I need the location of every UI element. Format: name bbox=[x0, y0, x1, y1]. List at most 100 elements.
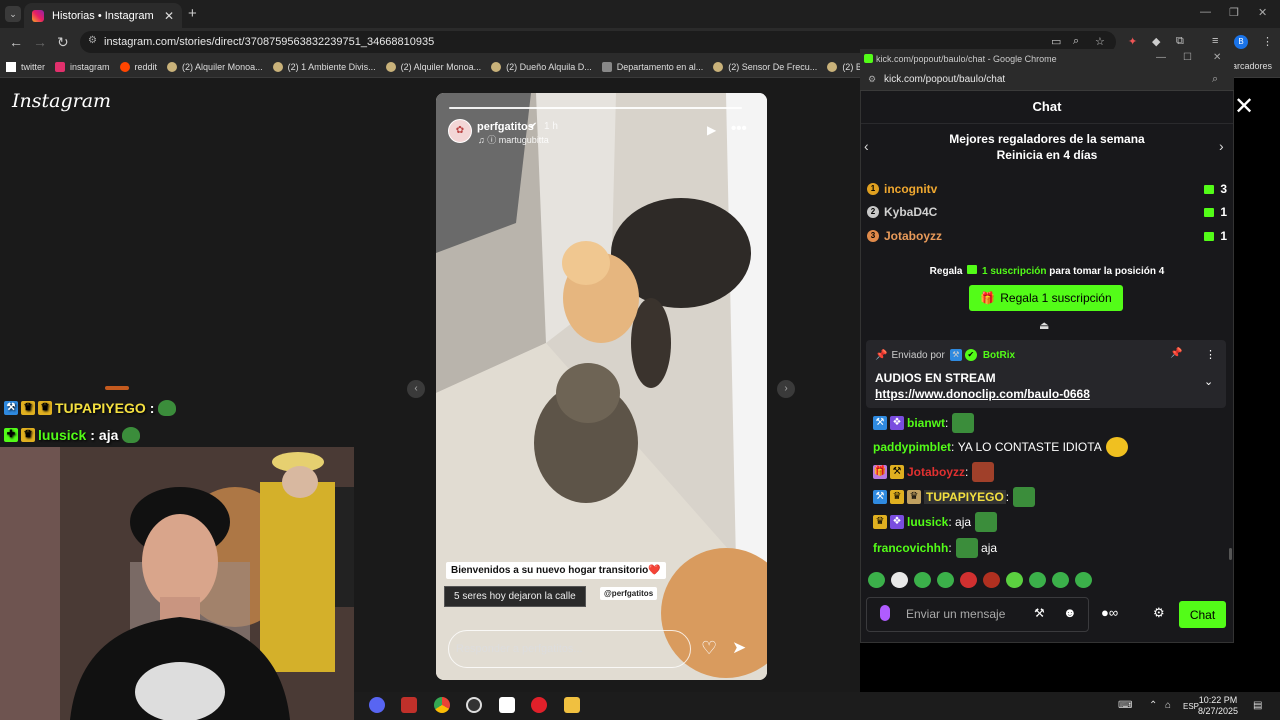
bookmark-twitter[interactable]: twitter bbox=[6, 61, 45, 72]
pepe-emote-icon bbox=[122, 427, 141, 443]
extension2-icon[interactable]: ◆ bbox=[1152, 35, 1160, 48]
rank-badge: 1 bbox=[867, 183, 879, 195]
reading-list-icon[interactable]: ≡ bbox=[1212, 35, 1218, 47]
chat-message[interactable]: francovichhh: aja bbox=[873, 537, 997, 559]
site-info-icon[interactable]: ⚙ bbox=[88, 35, 97, 46]
clock[interactable]: 10:22 PM 8/27/2025 bbox=[1198, 695, 1238, 717]
chat-scrollbar[interactable] bbox=[1229, 548, 1232, 560]
zoom-icon[interactable]: ⌕ bbox=[1073, 35, 1079, 48]
chat-message[interactable]: ⚒ ♛ ♛ TUPAPIYEGO: bbox=[873, 486, 1036, 508]
chat-settings-icon[interactable]: ⚙ bbox=[1153, 605, 1165, 621]
story-reply-input[interactable] bbox=[448, 630, 691, 668]
extensions-puzzle-icon[interactable]: ⧉ bbox=[1176, 35, 1184, 48]
unpin-icon[interactable]: 📌 bbox=[1170, 348, 1182, 359]
chat-message[interactable]: ⚒ ❖ bianwt: bbox=[873, 412, 975, 434]
tab-close-icon[interactable]: ✕ bbox=[164, 9, 174, 23]
bookmark-star-icon[interactable]: ☆ bbox=[1095, 35, 1105, 48]
bookmark-item[interactable]: Departamento en al... bbox=[601, 61, 703, 72]
gifter-name: KybaD4C bbox=[884, 205, 938, 219]
emote-icon[interactable] bbox=[983, 572, 1000, 588]
bookmark-item[interactable]: (2) 1 Ambiente Divis... bbox=[272, 61, 376, 72]
emote-icon[interactable] bbox=[1075, 572, 1092, 588]
emote-icon[interactable] bbox=[868, 572, 885, 588]
bookmark-item[interactable]: (2) Sensor De Frecu... bbox=[713, 61, 817, 72]
emote-icon[interactable] bbox=[1029, 572, 1046, 588]
bookmark-item[interactable]: (2) Alquiler Monoa... bbox=[167, 61, 263, 72]
discord-icon[interactable] bbox=[369, 697, 385, 713]
story-next-icon[interactable]: › bbox=[777, 380, 795, 398]
new-tab-icon[interactable]: + bbox=[188, 5, 197, 22]
emote-icon[interactable] bbox=[960, 572, 977, 588]
collapse-icon[interactable]: ⏏ bbox=[1039, 319, 1049, 332]
channel-points-icon[interactable]: ●∞ bbox=[1101, 605, 1118, 620]
close-window-icon[interactable]: ✕ bbox=[1258, 6, 1267, 19]
instagram-logo[interactable]: Instagram bbox=[12, 90, 111, 112]
network-icon[interactable]: ⌂ bbox=[1165, 700, 1171, 711]
expand-pinned-icon[interactable]: ⌄ bbox=[1204, 375, 1213, 388]
extension-icon[interactable]: ✦ bbox=[1128, 35, 1137, 48]
popup-maximize-icon[interactable]: ☐ bbox=[1183, 52, 1192, 63]
popup-address-bar[interactable]: ⚙ kick.com/popout/baulo/chat ⌕ bbox=[860, 69, 1234, 91]
gifter-row[interactable]: 3 Jotaboyzz 1 bbox=[867, 227, 1227, 245]
obs-icon[interactable] bbox=[466, 697, 482, 713]
input-indicator-icon[interactable]: ⌨ bbox=[1118, 700, 1132, 711]
gifters-prev-icon[interactable]: ‹ bbox=[864, 138, 869, 154]
gifter-row[interactable]: 2 KybaD4C 1 bbox=[867, 203, 1227, 221]
popup-minimize-icon[interactable]: — bbox=[1156, 52, 1166, 63]
story-username[interactable]: perfgatitos bbox=[477, 121, 534, 133]
voicemod-icon[interactable] bbox=[401, 697, 417, 713]
notifications-icon[interactable]: ▤ bbox=[1253, 700, 1262, 711]
gifters-next-icon[interactable]: › bbox=[1219, 138, 1224, 154]
send-icon[interactable]: ➤ bbox=[732, 638, 746, 658]
site-info-icon[interactable]: ⚙ bbox=[868, 74, 876, 85]
bookmark-item[interactable]: (2) Dueño Alquila D... bbox=[491, 61, 592, 72]
menu-icon[interactable]: ⋮ bbox=[1262, 35, 1273, 48]
tab-search-icon[interactable]: ⌄ bbox=[5, 6, 21, 22]
more-options-icon[interactable]: ••• bbox=[731, 120, 747, 137]
story-avatar[interactable]: ✿ bbox=[448, 119, 472, 143]
reload-icon[interactable]: ↻ bbox=[57, 34, 69, 51]
app-icon[interactable] bbox=[499, 697, 515, 713]
play-icon[interactable]: ▶ bbox=[707, 123, 716, 137]
chat-message[interactable]: 🎁 ⚒ Jotaboyzz: bbox=[873, 461, 995, 483]
pinned-menu-icon[interactable]: ⋮ bbox=[1205, 348, 1216, 361]
bookmark-item[interactable]: (2) Alquiler Monoa... bbox=[385, 61, 481, 72]
story-prev-icon[interactable]: ‹ bbox=[407, 380, 425, 398]
emote-icon[interactable] bbox=[937, 572, 954, 588]
emote-icon[interactable] bbox=[891, 572, 908, 588]
chat-message[interactable]: paddypimblet: YA LO CONTASTE IDIOTA bbox=[873, 436, 1128, 458]
popup-close-icon[interactable]: ✕ bbox=[1213, 52, 1221, 63]
cast-icon[interactable]: ▭ bbox=[1051, 35, 1061, 48]
forward-icon[interactable]: → bbox=[33, 34, 47, 50]
like-heart-icon[interactable]: ♡ bbox=[701, 638, 717, 659]
tray-chevron-icon[interactable]: ⌃ bbox=[1149, 700, 1157, 711]
chat-send-button[interactable]: Chat bbox=[1179, 601, 1226, 628]
language-indicator[interactable]: ESP bbox=[1183, 702, 1199, 711]
popup-zoom-icon[interactable]: ⌕ bbox=[1212, 73, 1218, 86]
microphone-icon[interactable] bbox=[880, 605, 890, 621]
pinned-link[interactable]: https://www.donoclip.com/baulo-0668 bbox=[875, 387, 1090, 401]
chat-message-input[interactable] bbox=[906, 605, 1026, 623]
restore-icon[interactable]: ❐ bbox=[1229, 6, 1239, 19]
opera-icon[interactable] bbox=[531, 697, 547, 713]
bookmark-instagram[interactable]: instagram bbox=[55, 61, 110, 72]
chrome-icon[interactable] bbox=[434, 697, 450, 713]
chat-message[interactable]: ♛ ❖ luusick: aja bbox=[873, 511, 998, 533]
gift-subscription-button[interactable]: 🎁 Regala 1 suscripción bbox=[969, 285, 1123, 311]
story-collab[interactable]: ♫ ⓘ martugubitta bbox=[478, 133, 549, 146]
overlay-close-icon[interactable]: ✕ bbox=[1234, 92, 1254, 121]
story-mention[interactable]: @perfgatitos bbox=[600, 587, 658, 600]
file-explorer-icon[interactable] bbox=[564, 697, 580, 713]
back-icon[interactable]: ← bbox=[9, 34, 23, 50]
emote-icon[interactable] bbox=[914, 572, 931, 588]
bookmark-reddit[interactable]: reddit bbox=[119, 61, 157, 72]
emoji-icon[interactable]: ☻ bbox=[1063, 605, 1077, 620]
commands-icon[interactable]: ⚒ bbox=[1034, 606, 1045, 620]
minimize-icon[interactable]: — bbox=[1200, 6, 1211, 18]
tab-instagram[interactable]: Historias • Instagram ✕ bbox=[24, 3, 182, 28]
profile-avatar[interactable]: B bbox=[1234, 35, 1248, 49]
emote-icon[interactable] bbox=[1006, 572, 1023, 588]
gift-icon bbox=[1204, 184, 1215, 194]
gifter-row[interactable]: 1 incognitv 3 bbox=[867, 180, 1227, 198]
emote-icon[interactable] bbox=[1052, 572, 1069, 588]
